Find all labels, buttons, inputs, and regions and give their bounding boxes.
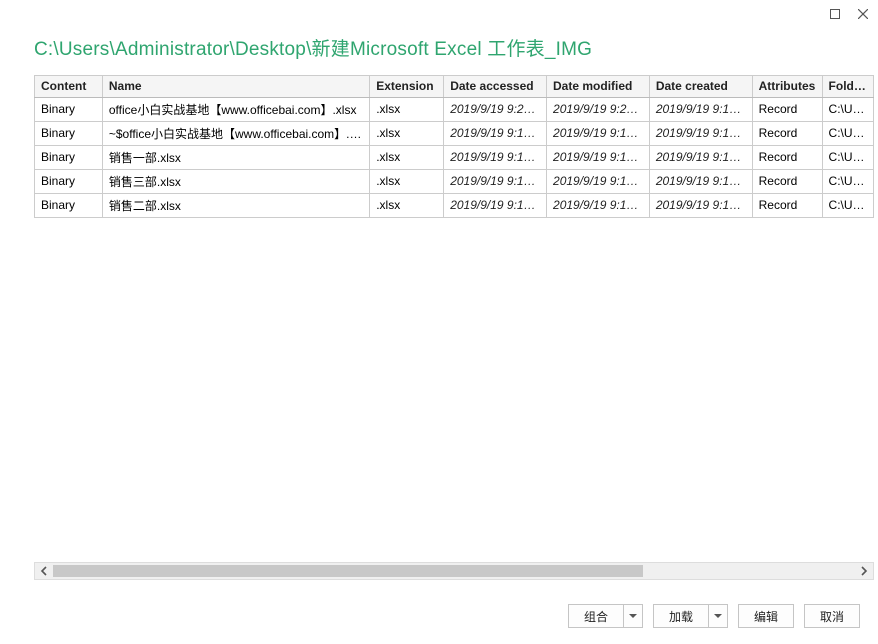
cell-content: Binary [35,193,103,217]
table-row[interactable]: Binaryoffice小白实战基地【www.officebai.com】.xl… [35,97,874,121]
title-bar [0,0,878,28]
cell-attributes: Record [752,145,822,169]
cell-date-accessed: 2019/9/19 9:19:45 [444,121,547,145]
table-row[interactable]: Binary销售一部.xlsx.xlsx2019/9/19 9:18:53201… [35,145,874,169]
cell-date-created: 2019/9/19 9:17:47 [649,121,752,145]
data-table-wrap: Content Name Extension Date accessed Dat… [34,75,874,570]
footer-buttons: 组合 加载 编辑 取消 [568,604,860,628]
cell-folder: C:\User [822,97,873,121]
cell-attributes: Record [752,169,822,193]
cell-attributes: Record [752,97,822,121]
combine-dropdown[interactable] [624,604,643,628]
cell-date-accessed: 2019/9/19 9:18:53 [444,145,547,169]
load-dropdown[interactable] [709,604,728,628]
table-row[interactable]: Binary销售三部.xlsx.xlsx2019/9/19 9:19:27201… [35,169,874,193]
table-header-row: Content Name Extension Date accessed Dat… [35,76,874,97]
col-header-date-modified[interactable]: Date modified [547,76,650,97]
cell-extension: .xlsx [370,193,444,217]
cell-extension: .xlsx [370,97,444,121]
cell-date-accessed: 2019/9/19 9:19:19 [444,193,547,217]
cell-date-created: 2019/9/19 9:17:41 [649,97,752,121]
cell-content: Binary [35,97,103,121]
close-icon[interactable] [856,7,870,21]
cell-folder: C:\User [822,169,873,193]
cell-extension: .xlsx [370,145,444,169]
col-header-extension[interactable]: Extension [370,76,444,97]
cell-date-accessed: 2019/9/19 9:19:27 [444,169,547,193]
horizontal-scrollbar[interactable] [34,562,874,580]
load-button[interactable]: 加载 [653,604,709,628]
cell-date-modified: 2019/9/19 9:19:27 [547,169,650,193]
cell-extension: .xlsx [370,121,444,145]
col-header-date-accessed[interactable]: Date accessed [444,76,547,97]
cell-date-created: 2019/9/19 9:18:56 [649,193,752,217]
cell-extension: .xlsx [370,169,444,193]
cell-folder: C:\User [822,145,873,169]
path-heading: C:\Users\Administrator\Desktop\新建Microso… [0,28,878,75]
edit-button[interactable]: 编辑 [738,604,794,628]
cell-content: Binary [35,121,103,145]
scroll-track[interactable] [53,563,855,579]
cell-attributes: Record [752,121,822,145]
col-header-attributes[interactable]: Attributes [752,76,822,97]
cell-date-modified: 2019/9/19 9:19:19 [547,193,650,217]
table-row[interactable]: Binary~$office小白实战基地【www.officebai.com】.… [35,121,874,145]
cell-name: office小白实战基地【www.officebai.com】.xlsx [102,97,369,121]
cancel-button[interactable]: 取消 [804,604,860,628]
cell-folder: C:\User [822,193,873,217]
cell-date-modified: 2019/9/19 9:19:45 [547,121,650,145]
col-header-content[interactable]: Content [35,76,103,97]
cell-name: ~$office小白实战基地【www.officebai.com】.xlsx [102,121,369,145]
cell-date-created: 2019/9/19 9:19:02 [649,169,752,193]
cell-date-accessed: 2019/9/19 9:22:11 [444,97,547,121]
chevron-down-icon [714,614,722,618]
scroll-left-arrow-icon[interactable] [35,563,53,579]
cell-date-created: 2019/9/19 9:18:25 [649,145,752,169]
combine-button-group: 组合 [568,604,643,628]
cell-content: Binary [35,145,103,169]
cell-attributes: Record [752,193,822,217]
chevron-down-icon [629,614,637,618]
col-header-folder[interactable]: Folder P [822,76,873,97]
cell-name: 销售三部.xlsx [102,169,369,193]
cell-name: 销售二部.xlsx [102,193,369,217]
scroll-right-arrow-icon[interactable] [855,563,873,579]
col-header-date-created[interactable]: Date created [649,76,752,97]
load-button-group: 加载 [653,604,728,628]
cell-date-modified: 2019/9/19 9:18:53 [547,145,650,169]
scroll-thumb[interactable] [53,565,643,577]
table-row[interactable]: Binary销售二部.xlsx.xlsx2019/9/19 9:19:19201… [35,193,874,217]
combine-button[interactable]: 组合 [568,604,624,628]
col-header-name[interactable]: Name [102,76,369,97]
data-table: Content Name Extension Date accessed Dat… [34,76,874,218]
maximize-icon[interactable] [828,7,842,21]
cell-folder: C:\User [822,121,873,145]
cell-name: 销售一部.xlsx [102,145,369,169]
cell-content: Binary [35,169,103,193]
cell-date-modified: 2019/9/19 9:22:11 [547,97,650,121]
